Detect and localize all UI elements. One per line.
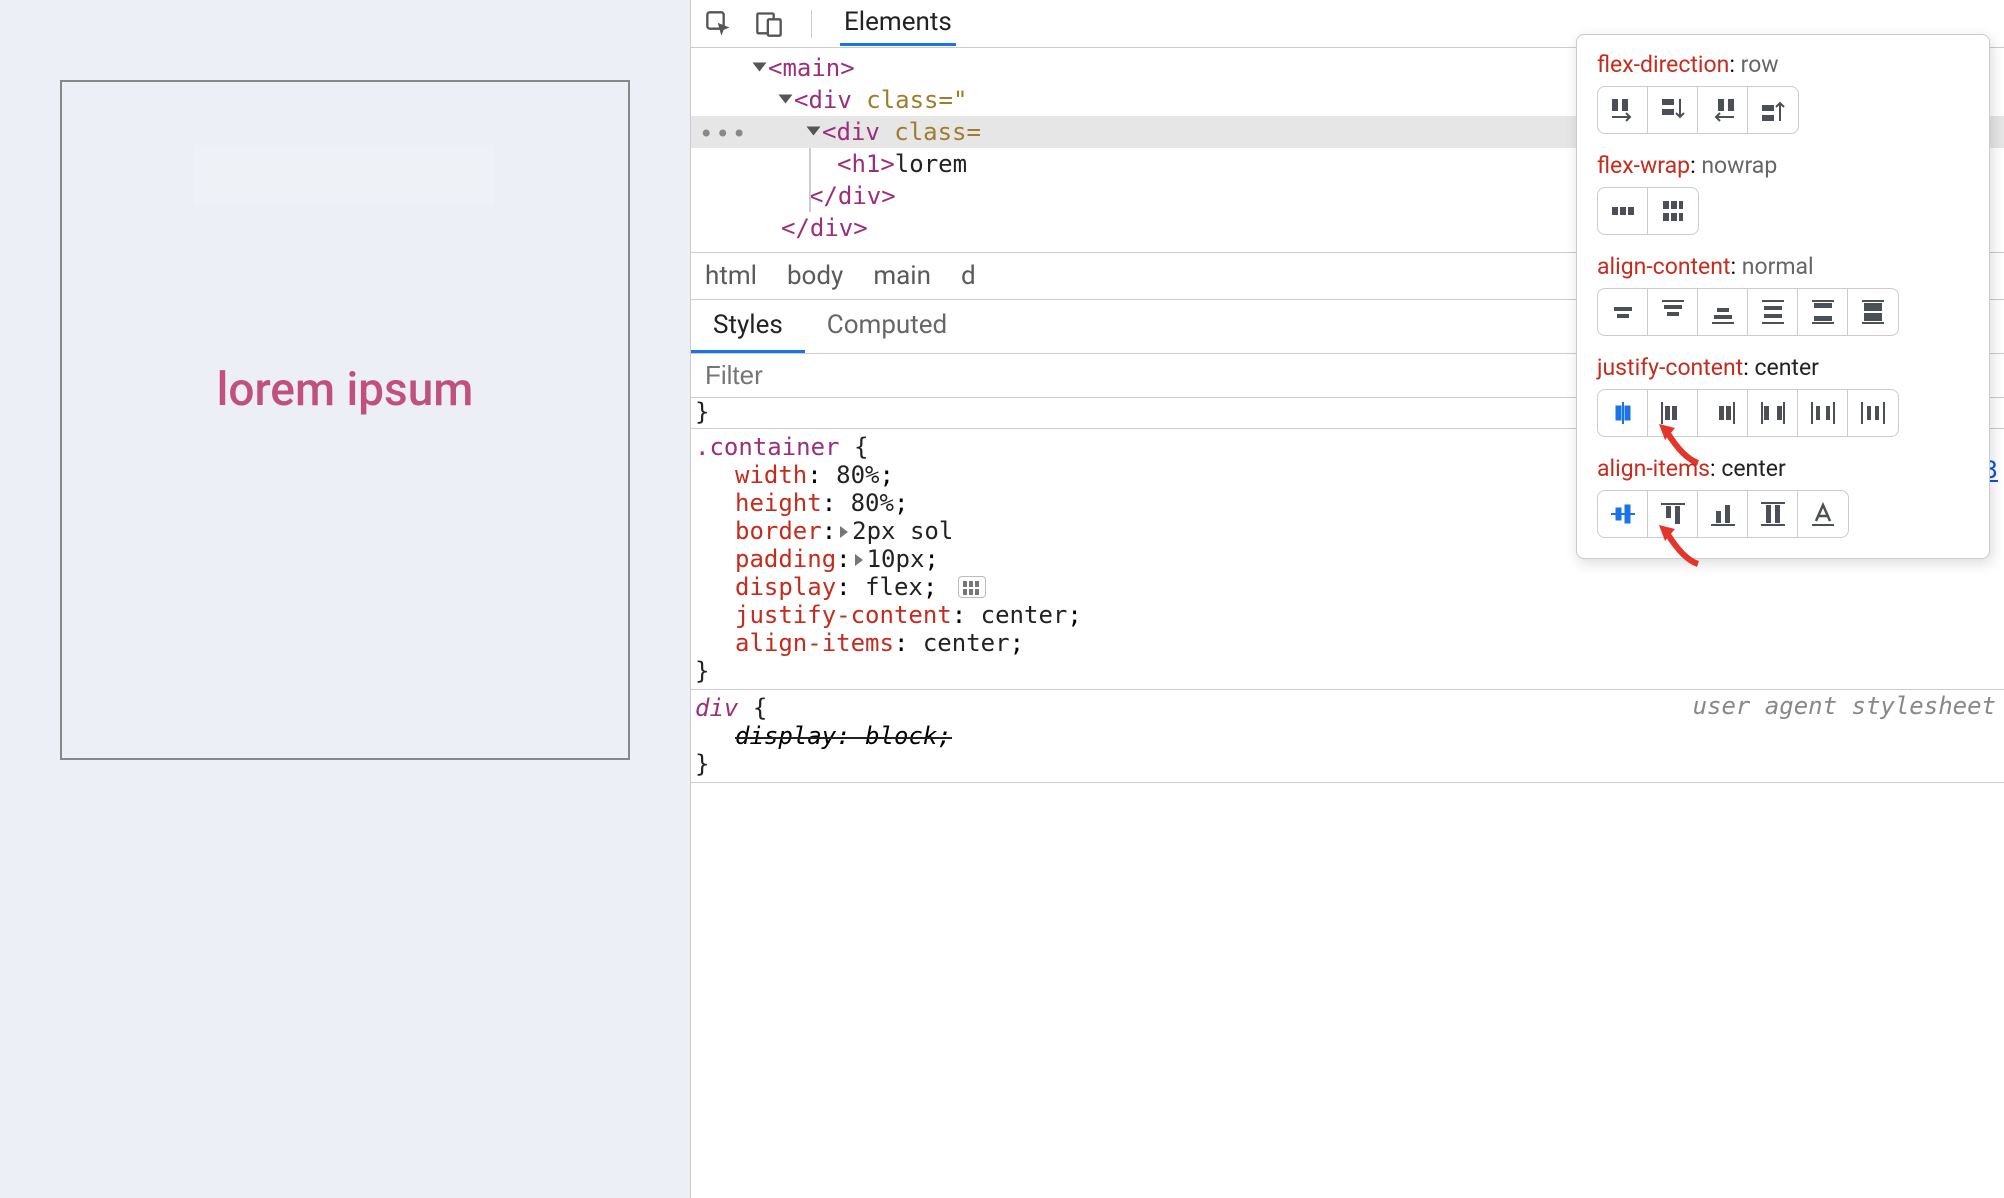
inspect-icon[interactable] (705, 10, 733, 38)
tab-computed[interactable]: Computed (805, 300, 969, 353)
demo-heading: lorem ipsum (217, 363, 474, 417)
selection-highlight (194, 145, 494, 205)
devtools-pane: Elements <main> <div class=" •••<div cla… (690, 0, 2004, 1198)
justify-content-space-around-icon[interactable] (1798, 390, 1848, 436)
justify-content-space-between-icon[interactable] (1748, 390, 1798, 436)
crumb-main[interactable]: main (873, 261, 931, 291)
justify-content-space-evenly-icon[interactable] (1848, 390, 1898, 436)
align-items-end-icon[interactable] (1698, 491, 1748, 537)
align-content-end-icon[interactable] (1698, 289, 1748, 335)
align-content-space-between-icon[interactable] (1798, 289, 1848, 335)
group-justify-content: justify-content: center (1597, 354, 1969, 437)
justify-content-end-icon[interactable] (1698, 390, 1748, 436)
align-items-baseline-icon[interactable] (1798, 491, 1848, 537)
group-flex-direction: flex-direction: row (1597, 51, 1969, 134)
annotation-arrow-icon (1653, 519, 1703, 569)
align-items-center-icon[interactable] (1598, 491, 1648, 537)
justify-content-center-icon[interactable] (1598, 390, 1648, 436)
expand-icon[interactable] (840, 526, 848, 538)
align-content-space-around-icon[interactable] (1748, 289, 1798, 335)
expand-icon[interactable] (855, 554, 863, 566)
css-rule-div-ua[interactable]: user agent stylesheet div { display: blo… (691, 690, 2004, 783)
flex-wrap-wrap-icon[interactable] (1648, 188, 1698, 234)
ua-stylesheet-label: user agent stylesheet (1693, 692, 1996, 720)
flex-direction-row-reverse-icon[interactable] (1698, 87, 1748, 133)
flex-wrap-nowrap-icon[interactable] (1598, 188, 1648, 234)
align-items-stretch-icon[interactable] (1748, 491, 1798, 537)
flex-direction-column-icon[interactable] (1648, 87, 1698, 133)
align-content-start-icon[interactable] (1648, 289, 1698, 335)
crumb-d[interactable]: d (961, 261, 976, 291)
flexbox-editor-popover: flex-direction: row flex-wrap: nowrap al… (1576, 34, 1990, 559)
crumb-html[interactable]: html (705, 261, 757, 291)
toolbar-separator (811, 10, 812, 38)
group-align-items: align-items: center (1597, 455, 1969, 538)
group-flex-wrap: flex-wrap: nowrap (1597, 152, 1969, 235)
flex-direction-row-icon[interactable] (1598, 87, 1648, 133)
flex-direction-column-reverse-icon[interactable] (1748, 87, 1798, 133)
flex-editor-icon[interactable] (958, 576, 986, 598)
group-align-content: align-content: normal (1597, 253, 1969, 336)
more-icon[interactable]: ••• (699, 120, 748, 148)
device-toggle-icon[interactable] (755, 10, 783, 38)
tab-elements[interactable]: Elements (840, 1, 956, 46)
page-preview: lorem ipsum (0, 0, 690, 1198)
align-content-center-icon[interactable] (1598, 289, 1648, 335)
tab-styles[interactable]: Styles (691, 300, 805, 353)
align-content-stretch-icon[interactable] (1848, 289, 1898, 335)
crumb-body[interactable]: body (787, 261, 843, 291)
